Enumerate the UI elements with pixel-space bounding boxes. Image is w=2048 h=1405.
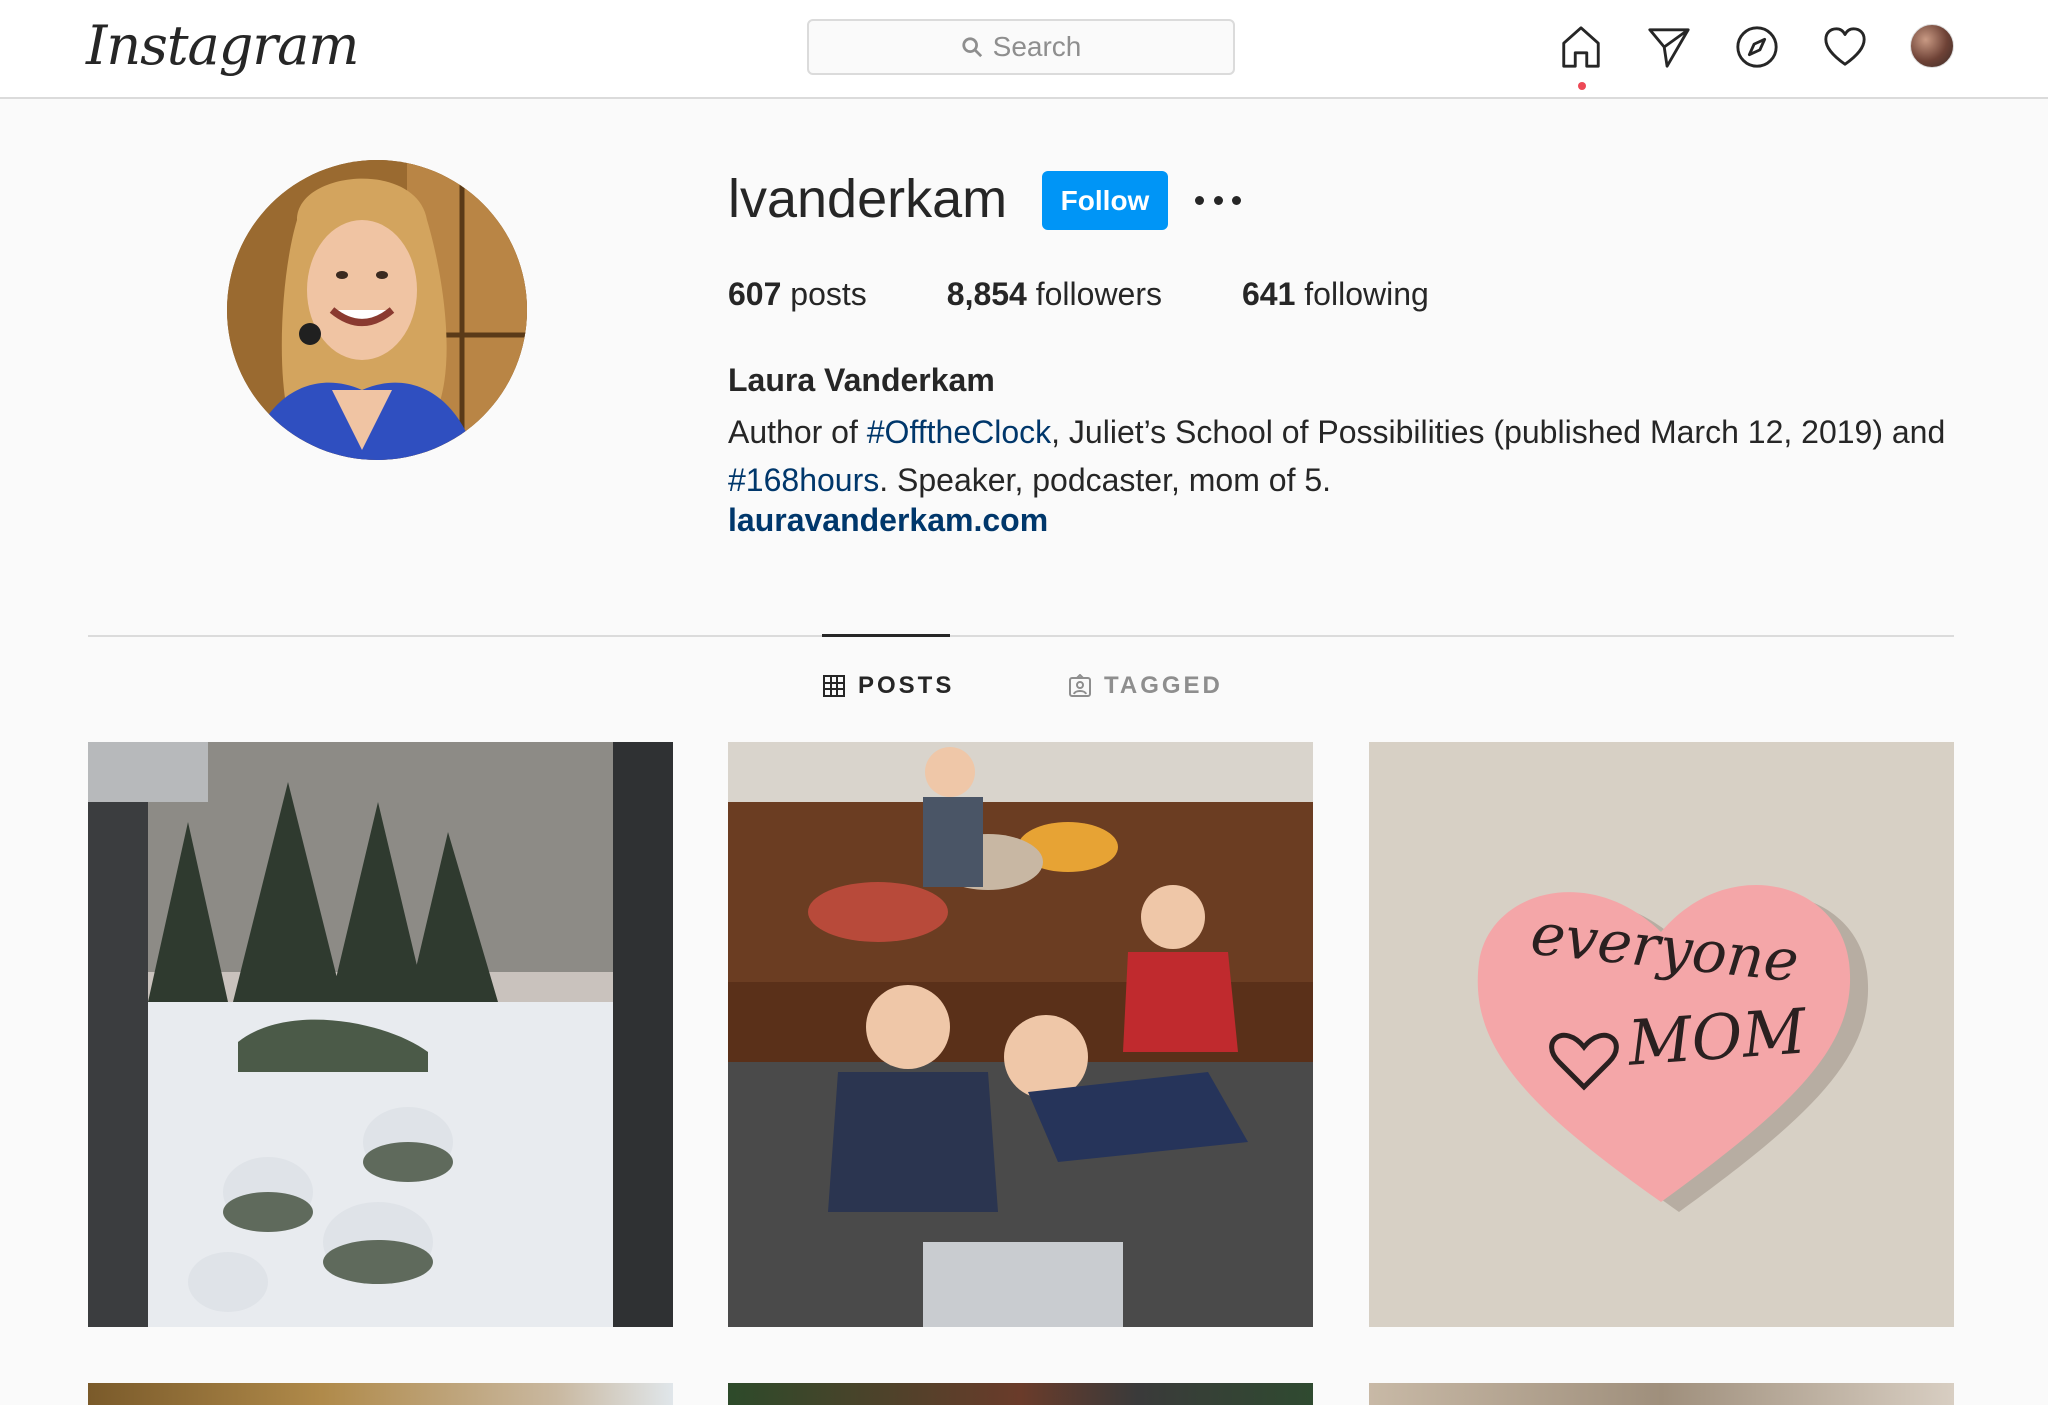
tab-posts[interactable]: POSTS — [822, 672, 954, 700]
note-text-line2: MOM — [1625, 994, 1810, 1079]
post-thumbnail-partial[interactable] — [1369, 1383, 1954, 1405]
active-tab-indicator — [822, 634, 950, 637]
following-count-value: 641 — [1242, 276, 1296, 312]
explore-icon — [1736, 26, 1778, 68]
following-count-label: following — [1304, 276, 1429, 312]
posts-count-value: 607 — [728, 276, 782, 312]
top-navigation-bar: Instagram Search — [0, 0, 2048, 99]
heart-icon — [1824, 27, 1866, 66]
post-thumbnail[interactable]: everyone MOM — [1369, 742, 1954, 1327]
tabs-divider — [88, 635, 1954, 637]
tab-posts-label: POSTS — [858, 672, 955, 699]
search-input[interactable]: Search — [807, 19, 1235, 75]
tab-tagged-label: TAGGED — [1104, 672, 1223, 699]
profile-full-name: Laura Vanderkam — [728, 362, 995, 398]
profile-picture — [227, 160, 527, 460]
direct-button[interactable] — [1644, 22, 1694, 72]
followers-link[interactable]: 8,854 followers — [947, 276, 1162, 313]
notification-dot — [1578, 82, 1586, 90]
profile-username: lvanderkam — [728, 169, 1008, 229]
bio-text: , Juliet’s School of Possibilities (publ… — [1051, 414, 1946, 450]
home-button[interactable] — [1556, 22, 1606, 90]
hashtag-link[interactable]: #168hours — [728, 462, 879, 498]
dot-icon — [1232, 195, 1241, 205]
home-icon — [1562, 26, 1600, 68]
profile-bio: Author of #OfftheClock, Juliet’s School … — [728, 408, 1958, 504]
profile-avatar-button[interactable] — [1910, 24, 1954, 68]
post-thumbnail[interactable] — [88, 742, 673, 1327]
search-icon — [962, 37, 982, 58]
tab-tagged[interactable]: TAGGED — [1068, 672, 1223, 700]
activity-button[interactable] — [1820, 22, 1870, 72]
dot-icon — [1195, 195, 1204, 205]
more-options-button[interactable] — [1195, 180, 1241, 220]
website-link[interactable]: lauravanderkam.com — [728, 502, 1048, 539]
post-thumbnail-partial[interactable] — [728, 1383, 1313, 1405]
posts-count-label: posts — [790, 276, 867, 312]
posts-count: 607 posts — [728, 276, 867, 313]
post-thumbnail[interactable] — [728, 742, 1313, 1327]
follow-button[interactable]: Follow — [1042, 171, 1168, 230]
bio-text: . Speaker, podcaster, mom of 5. — [879, 462, 1332, 498]
instagram-logo[interactable]: Instagram — [86, 14, 359, 77]
direct-icon — [1648, 28, 1690, 68]
nav-icons — [1556, 22, 1908, 90]
bio-text: Author of — [728, 414, 867, 450]
post-thumbnail-partial[interactable] — [88, 1383, 673, 1405]
explore-button[interactable] — [1732, 22, 1782, 72]
tagged-icon — [1069, 674, 1091, 697]
dot-icon — [1213, 195, 1223, 205]
following-link[interactable]: 641 following — [1242, 276, 1429, 313]
grid-icon — [823, 675, 845, 697]
search-placeholder: Search — [992, 31, 1082, 62]
followers-count-label: followers — [1035, 276, 1162, 312]
hashtag-link[interactable]: #OfftheClock — [867, 414, 1051, 450]
followers-count-value: 8,854 — [946, 276, 1027, 312]
profile-stats: 607 posts 8,854 followers 641 following — [728, 276, 1509, 313]
